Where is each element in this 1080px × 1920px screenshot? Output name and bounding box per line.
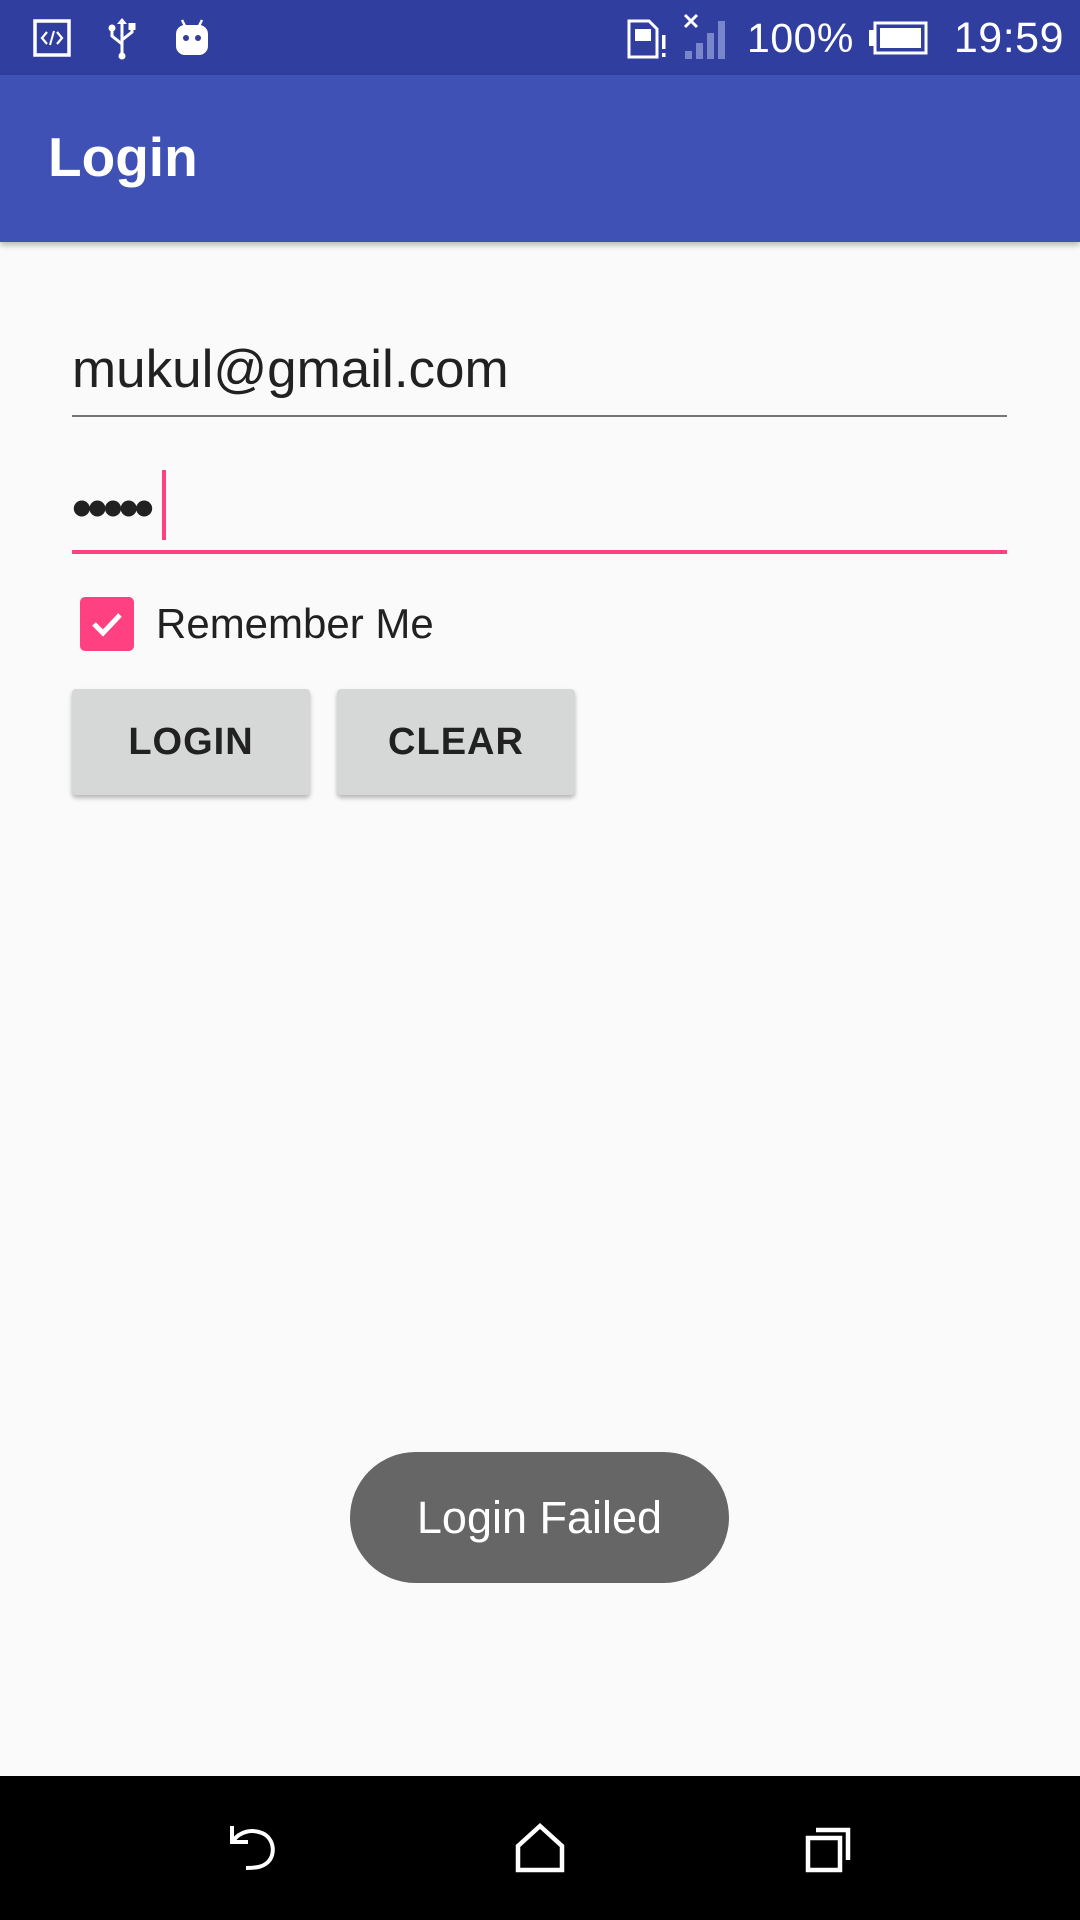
text-cursor	[162, 470, 166, 540]
email-field-value: mukul@gmail.com	[72, 340, 509, 399]
navigation-bar	[0, 1776, 1080, 1920]
toast-text: Login Failed	[416, 1491, 663, 1543]
home-icon	[515, 1822, 565, 1873]
status-bar-clock: 19:59	[953, 13, 1064, 62]
code-icon	[30, 16, 74, 60]
login-button[interactable]: LOGIN	[72, 689, 310, 795]
app-toolbar: Login	[0, 75, 1080, 242]
status-bar-notifications	[30, 14, 240, 62]
sim-alert-icon	[625, 15, 669, 61]
usb-icon	[100, 16, 144, 60]
email-field[interactable]: mukul@gmail.com	[72, 335, 1007, 417]
status-bar: 100% 19:59	[0, 0, 1080, 75]
toast-message: Login Failed	[350, 1452, 729, 1583]
battery-percent: 100%	[747, 14, 854, 61]
password-field-value: •••••	[72, 476, 154, 539]
clear-button[interactable]: CLEAR	[337, 689, 575, 795]
password-field[interactable]: •••••	[72, 462, 1007, 554]
back-icon	[230, 1826, 275, 1870]
back-button[interactable]	[210, 1806, 294, 1890]
recents-icon	[805, 1827, 851, 1873]
page-title: Login	[48, 126, 198, 188]
app-screen: 100% 19:59 Login mukul@gmail.com ••••• R…	[0, 0, 1080, 1920]
signal-no-service-icon	[683, 13, 733, 63]
remember-me-row[interactable]: Remember Me	[80, 596, 434, 652]
remember-me-label: Remember Me	[156, 600, 434, 647]
android-icon	[170, 16, 214, 60]
battery-icon	[868, 21, 928, 55]
remember-me-checkbox[interactable]	[80, 597, 134, 651]
recents-button[interactable]	[786, 1806, 870, 1890]
home-button[interactable]	[498, 1806, 582, 1890]
status-bar-system-icons: 100% 19:59	[625, 10, 1064, 66]
check-icon	[92, 613, 122, 637]
